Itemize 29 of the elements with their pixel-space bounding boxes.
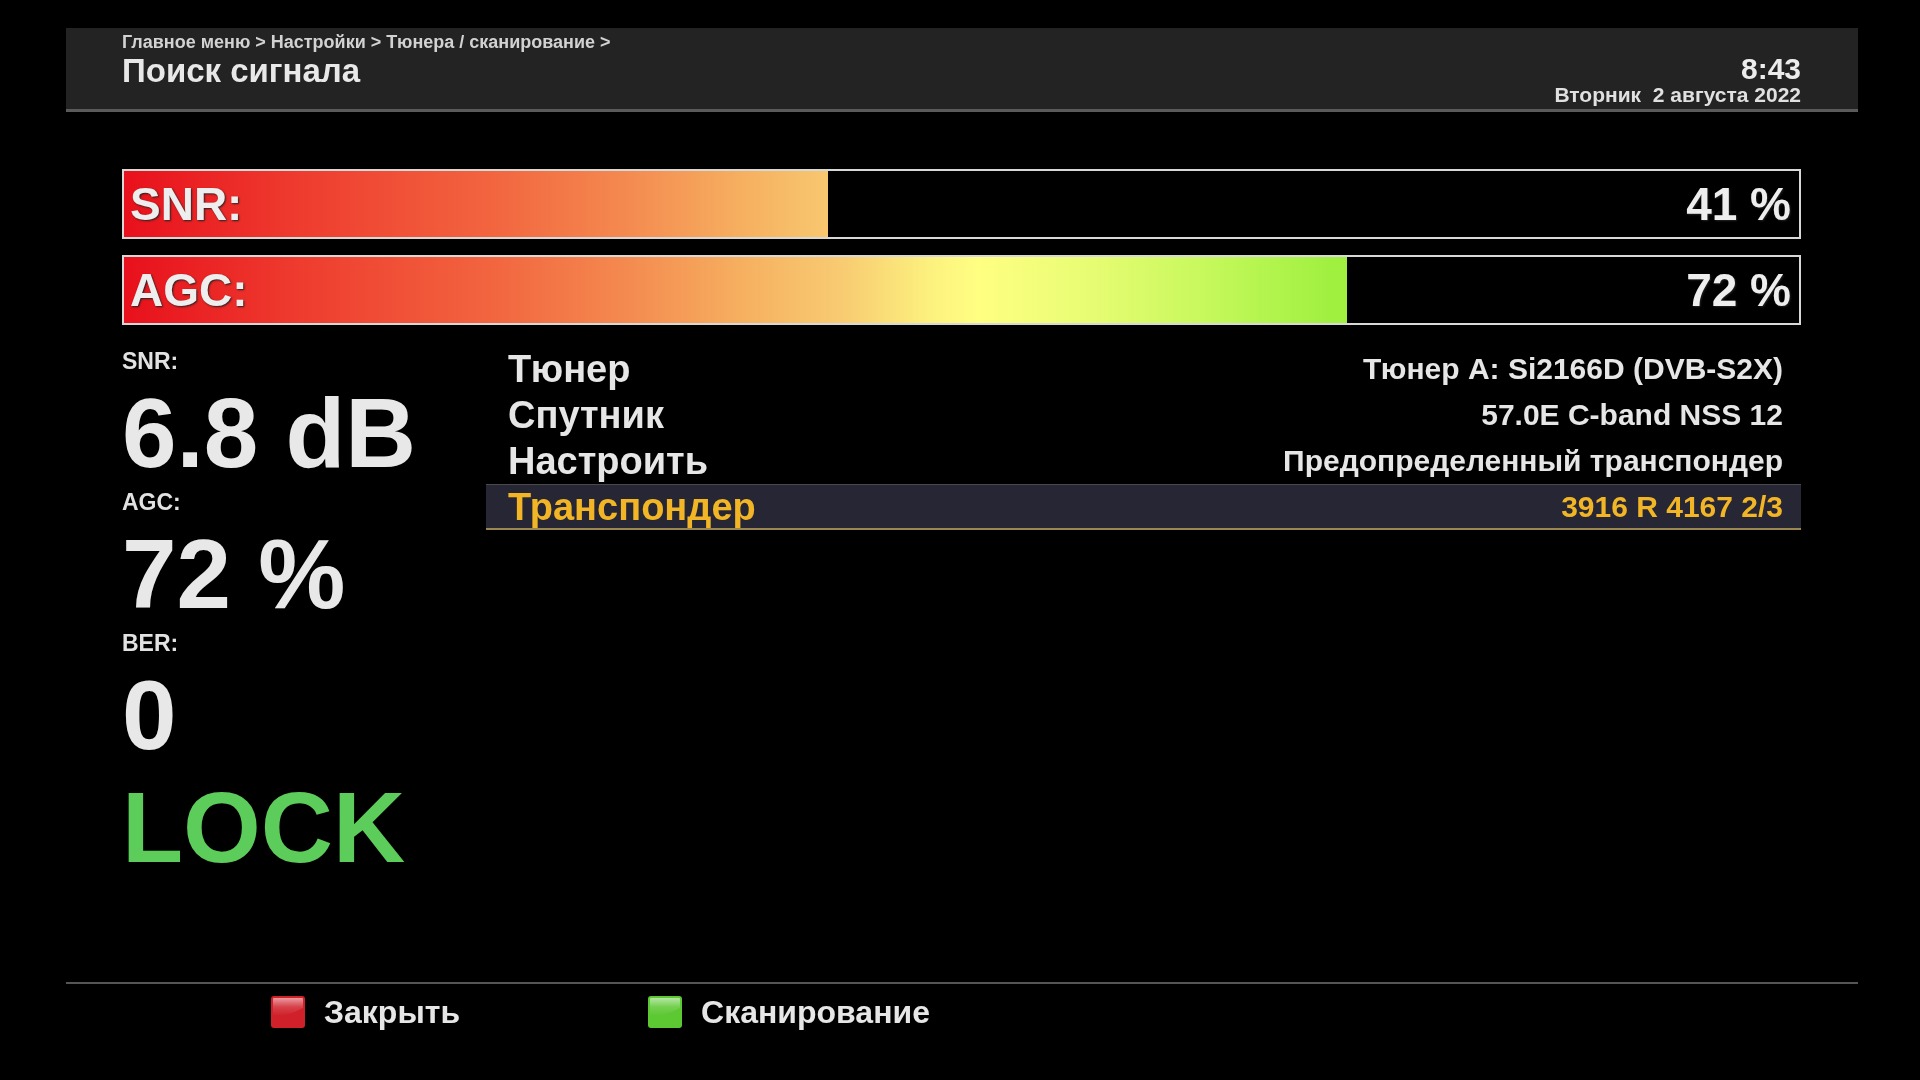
setting-label: Спутник: [508, 394, 664, 435]
settings-row[interactable]: Транспондер 3916 R 4167 2/3: [486, 484, 1801, 530]
clock-time: 8:43: [1740, 54, 1801, 84]
setting-label: Настроить: [508, 440, 709, 481]
stat-value: 72 %: [122, 524, 346, 624]
stat-label: BER:: [122, 631, 179, 655]
stat-value: 0: [122, 665, 177, 765]
stat-label: SNR:: [122, 349, 179, 373]
lock-status: LOCK: [122, 777, 406, 877]
setting-value: 57.0E C-band NSS 12: [1481, 397, 1783, 432]
date-text: Вторник 2 августа 2022: [1554, 84, 1801, 105]
setting-value: 3916 R 4167 2/3: [1561, 489, 1783, 524]
settings-row[interactable]: Тюнер Тюнер A: Si2166D (DVB-S2X): [486, 346, 1801, 392]
settings-row[interactable]: Спутник 57.0E C-band NSS 12: [486, 392, 1801, 438]
meter-label: SNR:: [130, 179, 243, 229]
settings-row[interactable]: Настроить Предопределенный транспондер: [486, 438, 1801, 484]
setting-value: Тюнер A: Si2166D (DVB-S2X): [1362, 351, 1783, 386]
meter-reading: 41 %: [1686, 179, 1791, 229]
setting-label: Тюнер: [508, 348, 631, 389]
stat-value: 6.8 dB: [122, 383, 417, 483]
meter-label: AGC:: [130, 265, 248, 315]
footer-button[interactable]: Сканирование: [648, 994, 930, 1030]
breadcrumb: Главное меню > Настройки > Тюнера / сканирование >: [122, 33, 611, 51]
page-title: Поиск сигнала: [122, 54, 361, 87]
footer-button[interactable]: Закрыть: [271, 994, 461, 1030]
setting-value: Предопределенный транспондер: [1283, 443, 1783, 478]
setting-label: Транспондер: [508, 486, 756, 527]
meter-reading: 72 %: [1686, 265, 1791, 315]
stat-label: AGC:: [122, 490, 181, 514]
